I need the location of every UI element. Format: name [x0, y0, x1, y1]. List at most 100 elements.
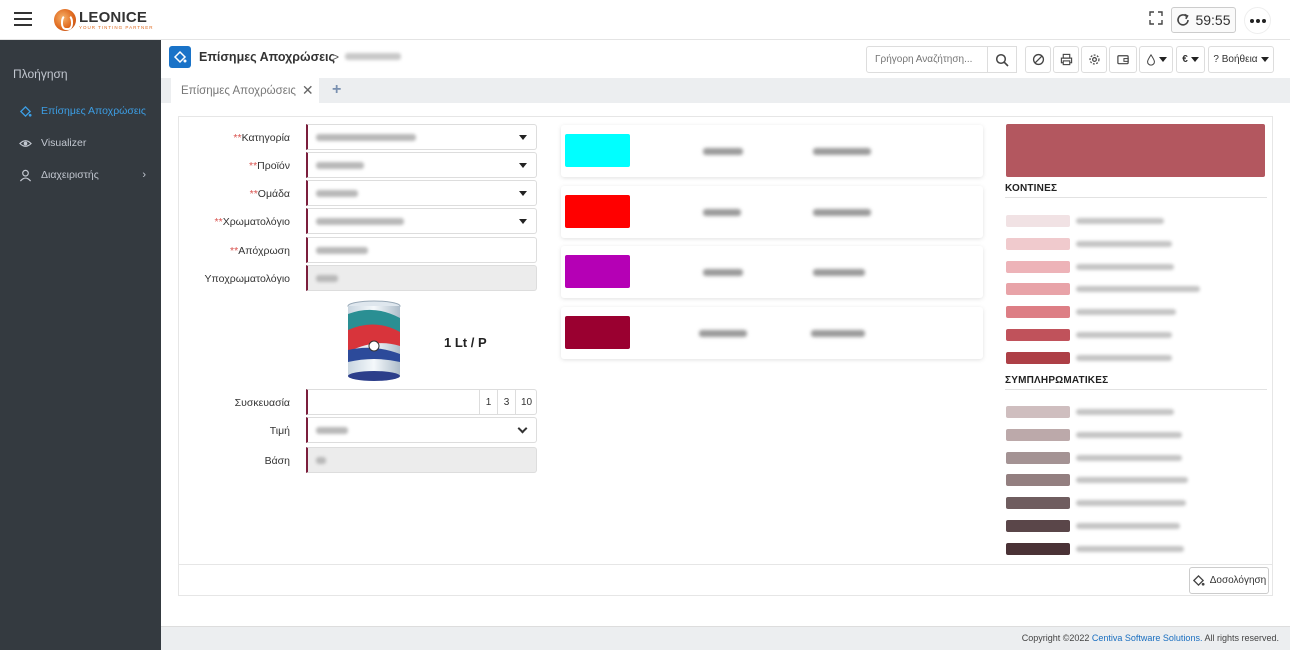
- colorant-row: [561, 246, 983, 298]
- complementary-shade-swatch[interactable]: [1006, 406, 1070, 418]
- colorbook-select[interactable]: [306, 208, 537, 234]
- paint-bucket-icon: [1192, 574, 1205, 587]
- leonice-logo-icon: [54, 9, 76, 31]
- sidebar-item-label: Visualizer: [41, 137, 87, 149]
- section-divider: [1005, 389, 1267, 390]
- near-shade-label: [1076, 240, 1172, 247]
- sidebar-heading: Πλοήγηση: [13, 67, 68, 81]
- caret-down-icon: [1260, 57, 1269, 62]
- settings-button[interactable]: [1081, 46, 1107, 73]
- add-tab-icon[interactable]: +: [332, 81, 341, 99]
- quick-search-input[interactable]: [866, 46, 988, 73]
- more-options-button[interactable]: [1244, 7, 1271, 34]
- company-link[interactable]: Centiva Software Solutions.: [1092, 633, 1203, 643]
- shade-label: **Απόχρωση: [230, 245, 290, 257]
- menu-toggle-icon[interactable]: [14, 12, 32, 26]
- complementary-shade-label: [1076, 523, 1180, 529]
- card-footer-divider: [179, 564, 1272, 565]
- tab-official-shades[interactable]: Επίσημες Αποχρώσεις ✕: [171, 78, 319, 103]
- brand-tagline: YOUR TINTING PARTNER: [79, 25, 154, 30]
- near-shade-swatch[interactable]: [1006, 329, 1070, 341]
- near-shade-swatch[interactable]: [1006, 283, 1070, 296]
- caret-down-icon: [519, 135, 527, 140]
- session-timer-button[interactable]: 59:55: [1171, 7, 1236, 33]
- near-shade-label: [1076, 218, 1164, 224]
- refresh-icon: [1177, 13, 1190, 26]
- complementary-shades-title: ΣΥΜΠΛΗΡΩΜΑΤΙΚΕΣ: [1005, 375, 1109, 386]
- complementary-shade-swatch[interactable]: [1006, 520, 1070, 532]
- paint-can-image: [347, 300, 401, 381]
- fullscreen-icon[interactable]: [1149, 11, 1163, 25]
- shade-input[interactable]: [306, 237, 537, 263]
- subcolorbook-field: [306, 265, 537, 291]
- tab-strip: Επίσημες Αποχρώσεις ✕ +: [161, 78, 1290, 103]
- sidebar-item-official-shades[interactable]: Επίσημες Αποχρώσεις: [0, 95, 161, 127]
- complementary-shade-swatch[interactable]: [1006, 497, 1070, 510]
- sidebar-item-admin[interactable]: Διαχειριστής ›: [0, 159, 161, 191]
- wallet-button[interactable]: [1109, 46, 1137, 73]
- eye-icon: [18, 136, 32, 150]
- packaging-option-3[interactable]: 3: [497, 390, 515, 414]
- packaging-option-1[interactable]: 1: [479, 390, 497, 414]
- top-bar: LEONICE YOUR TINTING PARTNER 59:55: [0, 0, 1290, 40]
- group-select[interactable]: [306, 180, 537, 206]
- chevron-down-icon: [517, 423, 528, 434]
- base-label: Βάση: [264, 455, 290, 467]
- brand-logo[interactable]: LEONICE YOUR TINTING PARTNER: [54, 7, 154, 33]
- near-shade-swatch[interactable]: [1006, 306, 1070, 319]
- currency-dropdown[interactable]: €: [1176, 46, 1205, 73]
- caret-down-icon: [1158, 57, 1167, 62]
- paint-bucket-icon: [18, 104, 32, 118]
- section-divider: [1005, 197, 1267, 198]
- tab-label: Επίσημες Αποχρώσεις: [181, 84, 296, 97]
- complementary-shade-label: [1076, 431, 1182, 438]
- currency-symbol: €: [1182, 54, 1188, 65]
- user-icon: [18, 168, 32, 182]
- colorant-swatch: [565, 134, 630, 167]
- price-select[interactable]: [306, 417, 537, 443]
- brand-name: LEONICE: [79, 9, 148, 26]
- clear-button[interactable]: [1025, 46, 1051, 73]
- packaging-quantity-field[interactable]: 1 3 10: [306, 389, 537, 415]
- complementary-shade-swatch[interactable]: [1006, 428, 1070, 441]
- colorant-row: [561, 125, 983, 177]
- colorbook-label: **Χρωματολόγιο: [214, 216, 290, 228]
- category-select[interactable]: [306, 124, 537, 150]
- near-shade-swatch[interactable]: [1006, 351, 1070, 364]
- paint-bucket-icon: [169, 46, 191, 68]
- colorant-swatch: [565, 255, 630, 288]
- near-shade-label: [1076, 332, 1172, 338]
- help-dropdown[interactable]: ? Βοήθεια: [1208, 46, 1274, 73]
- near-shade-label: [1076, 263, 1174, 270]
- near-shade-swatch[interactable]: [1006, 215, 1070, 227]
- near-shade-swatch[interactable]: [1006, 237, 1070, 250]
- search-button[interactable]: [988, 46, 1017, 73]
- search-icon: [995, 53, 1009, 67]
- near-shade-swatch[interactable]: [1006, 260, 1070, 273]
- colorant-swatch: [565, 195, 630, 228]
- sidebar: Πλοήγηση Επίσημες Αποχρώσεις Visualizer …: [0, 40, 161, 650]
- complementary-shade-label: [1076, 409, 1174, 415]
- complementary-shade-swatch[interactable]: [1006, 542, 1070, 555]
- close-icon[interactable]: ✕: [302, 82, 314, 99]
- complementary-shade-swatch[interactable]: [1006, 451, 1070, 464]
- footer: Copyright ©2022 Centiva Software Solutio…: [161, 626, 1290, 650]
- breadcrumb-separator: >: [332, 50, 340, 64]
- print-button[interactable]: [1053, 46, 1079, 73]
- printer-icon: [1060, 53, 1072, 66]
- near-shade-label: [1076, 354, 1172, 361]
- complementary-shade-swatch[interactable]: [1006, 474, 1070, 487]
- product-select[interactable]: [306, 152, 537, 178]
- colorant-dropdown[interactable]: [1139, 46, 1173, 73]
- colorant-row: [561, 307, 983, 359]
- complementary-shade-label: [1076, 477, 1188, 484]
- page-title: Επίσημες Αποχρώσεις: [199, 50, 336, 64]
- complementary-shade-label: [1076, 454, 1182, 461]
- sidebar-item-visualizer[interactable]: Visualizer: [0, 127, 161, 159]
- drop-icon: [1146, 53, 1155, 66]
- dosage-button[interactable]: Δοσολόγηση: [1189, 567, 1269, 594]
- packaging-label: Συσκευασία: [234, 397, 290, 409]
- packaging-option-10[interactable]: 10: [515, 390, 537, 414]
- caret-down-icon: [519, 191, 527, 196]
- colorant-row: [561, 186, 983, 238]
